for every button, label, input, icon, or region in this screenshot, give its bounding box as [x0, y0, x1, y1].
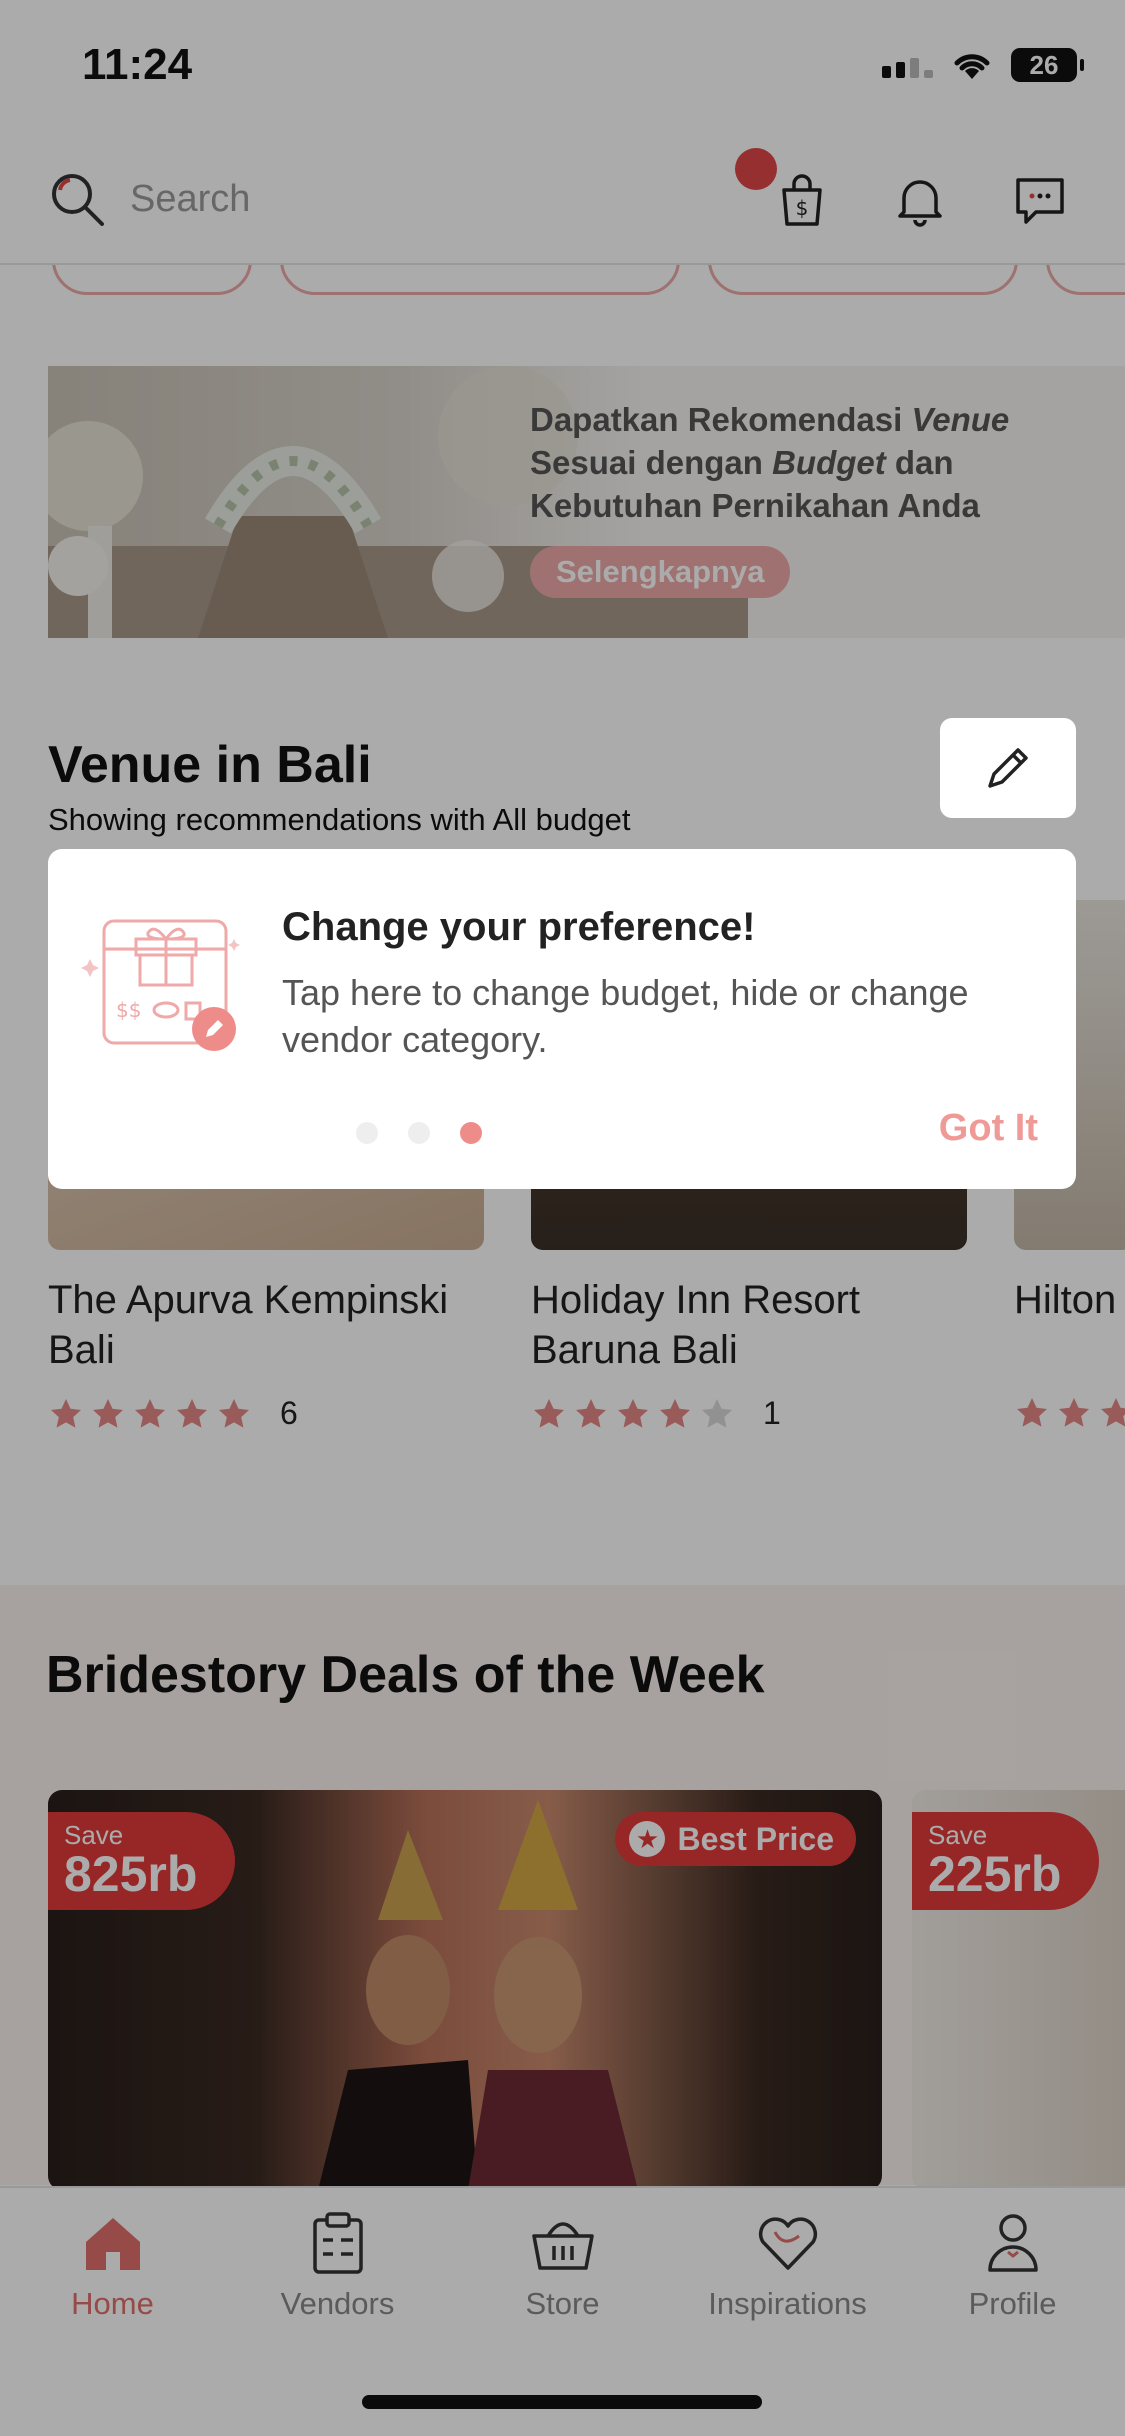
svg-text:$$: $$: [116, 998, 141, 1022]
pencil-icon: [988, 748, 1028, 788]
pager-dot-active: [460, 1122, 482, 1144]
pager-dot: [408, 1122, 430, 1144]
tooltip-title: Change your preference!: [282, 905, 756, 949]
coachmark-tooltip: $$ Change your preference! Tap here to c…: [48, 849, 1076, 1189]
tooltip-body: Tap here to change budget, hide or chang…: [282, 972, 969, 1060]
budget-gift-icon: $$: [81, 919, 240, 1051]
got-it-button[interactable]: Got It: [939, 1107, 1038, 1150]
pager-dot: [356, 1122, 378, 1144]
edit-preference-button[interactable]: [940, 718, 1076, 818]
coachmark-overlay[interactable]: [0, 0, 1125, 2436]
tooltip-pager: [356, 1122, 482, 1144]
